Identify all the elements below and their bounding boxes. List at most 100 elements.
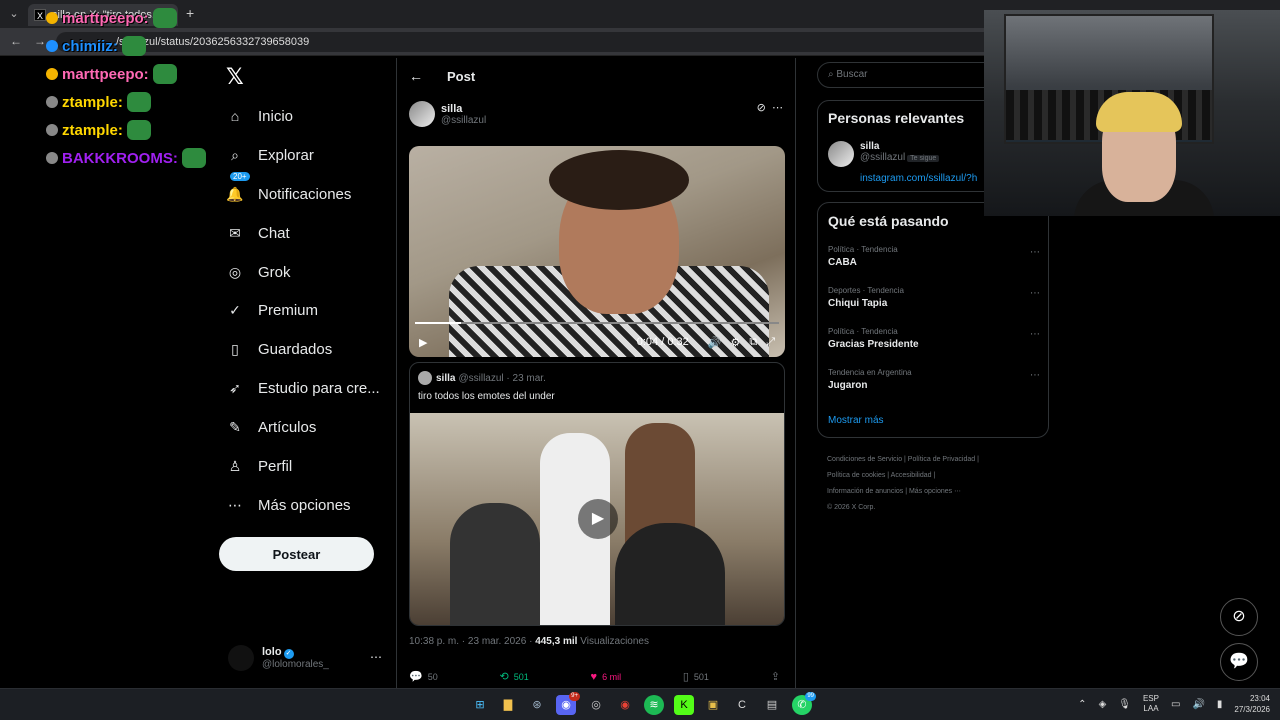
trend-more-icon[interactable]: ⋯: [1030, 247, 1040, 258]
quoted-post[interactable]: silla @ssillazul · 23 mar. tiro todos lo…: [409, 362, 785, 626]
fullscreen-icon[interactable]: ⤢: [766, 336, 775, 349]
chat-badge-icon: [46, 68, 58, 80]
network-icon[interactable]: ▭: [1171, 699, 1180, 710]
back-arrow-icon[interactable]: ←: [409, 68, 423, 84]
game-icon[interactable]: ▣: [703, 695, 723, 715]
main-column: ← Post silla @ssillazul ⊘ ⋯ ▶ 0:04 / 0:3…: [396, 58, 796, 688]
author-handle[interactable]: @ssillazul: [441, 115, 486, 126]
video-progress-bar[interactable]: [415, 322, 779, 324]
avatar[interactable]: [828, 141, 854, 167]
settings-gear-icon[interactable]: ⚙: [730, 336, 740, 349]
ccleaner-icon[interactable]: C: [732, 695, 752, 715]
trend-item[interactable]: Tendencia en Argentina Jugaron ⋯: [828, 368, 1040, 391]
relevant-user[interactable]: silla @ssillazul Te sigue: [828, 141, 940, 167]
language-indicator[interactable]: ESP LAA: [1143, 694, 1159, 714]
nav-item-5[interactable]: ✓ Premium: [226, 296, 318, 324]
nav-item-label: Notificaciones: [258, 185, 352, 203]
trend-more-icon[interactable]: ⋯: [1030, 288, 1040, 299]
trend-more-icon[interactable]: ⋯: [1030, 329, 1040, 340]
trend-item[interactable]: Política · Tendencia Gracias Presidente ⋯: [828, 327, 1040, 350]
trend-item[interactable]: Deportes · Tendencia Chiqui Tapia ⋯: [828, 286, 1040, 309]
volume-icon[interactable]: 🔊: [708, 336, 722, 349]
video-player[interactable]: ▶ 0:04 / 0:32 🔊 ⚙ ⧉ ⤢: [409, 146, 785, 357]
nav-item-2[interactable]: 🔔 20+ Notificaciones: [226, 172, 352, 208]
kick-icon[interactable]: K: [674, 695, 694, 715]
nav-item-6[interactable]: ▯ Guardados: [226, 335, 332, 363]
microphone-icon[interactable]: 🎙: [1118, 699, 1131, 710]
play-icon[interactable]: ▶: [578, 499, 618, 539]
author-name[interactable]: silla: [441, 103, 486, 115]
chat-badge-icon: [46, 124, 58, 136]
bookmark-count: 501: [693, 671, 709, 682]
search-input[interactable]: ⌕ Buscar: [817, 62, 997, 88]
relevant-user-name[interactable]: silla: [860, 141, 939, 152]
chevron-up-icon[interactable]: ⌃: [1078, 699, 1086, 710]
whatsapp-icon[interactable]: ✆ 99: [792, 692, 816, 715]
steam-icon[interactable]: ⊛: [527, 695, 547, 715]
show-more-link[interactable]: Mostrar más: [828, 415, 884, 426]
frog-emote-icon: [126, 92, 151, 112]
back-arrow-icon[interactable]: ←: [10, 34, 22, 48]
clock[interactable]: 23:04 27/3/2026: [1234, 693, 1270, 715]
repost-button[interactable]: ⟲ 501: [500, 670, 529, 683]
more-icon[interactable]: ⋯: [772, 102, 783, 114]
account-more-icon[interactable]: ⋯: [370, 650, 382, 664]
file-explorer-icon[interactable]: ▇: [498, 695, 518, 715]
security-shield-icon[interactable]: ◈: [1099, 699, 1107, 710]
nav-item-9[interactable]: ♙ Perfil: [226, 452, 292, 480]
app-icon[interactable]: ◎: [586, 695, 606, 715]
left-navigation: 𝕏 ⌂ Inicio ⌕ Explorar 🔔 20+ Notificaciones ✉ Cha…: [218, 58, 396, 688]
avatar[interactable]: [409, 101, 435, 127]
share-icon: ⇪: [770, 671, 780, 683]
app-icon[interactable]: ▤: [762, 695, 782, 715]
x-logo-icon[interactable]: 𝕏: [226, 64, 244, 90]
nav-item-label: Artículos: [258, 418, 317, 436]
tab-search-icon[interactable]: ⌄: [6, 6, 22, 22]
chat-message: chimiiz:: [46, 32, 226, 60]
relevant-user-link[interactable]: instagram.com/ssillazul/?h: [860, 173, 977, 184]
avatar: [418, 371, 432, 385]
post-author[interactable]: silla @ssillazul: [409, 101, 486, 127]
footer-links-3[interactable]: Información de anuncios | Más opciones ⋯: [827, 484, 1047, 500]
discord-badge: 9+: [569, 692, 580, 701]
post-timestamp[interactable]: 10:38 p. m. · 23 mar. 2026 ·: [409, 636, 535, 647]
nav-item-0[interactable]: ⌂ Inicio: [226, 102, 293, 130]
discord-icon[interactable]: ◉ 9+: [556, 692, 580, 715]
grok-fab-icon[interactable]: ⊘: [1220, 598, 1258, 636]
nav-item-7[interactable]: ➶ Estudio para cre...: [226, 374, 380, 402]
post-action-bar: 💬 50 ⟲ 501 ♥ 6 mil ▯ 501 ⇪: [409, 670, 785, 684]
post-button[interactable]: Postear: [219, 537, 374, 571]
battery-icon[interactable]: ▮: [1217, 699, 1223, 710]
spotify-icon[interactable]: ≋: [644, 695, 664, 715]
trend-item[interactable]: Política · Tendencia CABA ⋯: [828, 245, 1040, 268]
nav-icon-9-icon: ♙: [228, 457, 242, 474]
play-icon[interactable]: ▶: [419, 336, 427, 349]
bookmark-button[interactable]: ▯ 501: [683, 670, 709, 683]
footer-links-1[interactable]: Condiciones de Servicio | Política de Pr…: [827, 452, 1047, 468]
nav-item-8[interactable]: ✎ Artículos: [226, 413, 316, 441]
nav-item-label: Chat: [258, 224, 290, 242]
chrome-icon[interactable]: ◉: [615, 695, 635, 715]
grok-icon[interactable]: ⊘: [757, 102, 766, 114]
nav-icon-8-icon: ✎: [229, 418, 241, 435]
quote-header: silla @ssillazul · 23 mar.: [418, 371, 546, 385]
chat-fab-icon[interactable]: 💬: [1220, 643, 1258, 681]
share-button[interactable]: ⇪: [771, 670, 785, 683]
start-menu-icon[interactable]: ⊞: [470, 695, 490, 715]
account-switcher[interactable]: lolo ✓ @lolomorales_ ⋯: [228, 642, 388, 674]
quote-video[interactable]: ▶: [410, 413, 784, 625]
forward-arrow-icon[interactable]: →: [34, 34, 46, 48]
lang-bottom: LAA: [1143, 704, 1159, 713]
footer-links-2[interactable]: Política de cookies | Accesibilidad |: [827, 468, 1047, 484]
chat-message: ztample:: [46, 88, 226, 116]
like-button[interactable]: ♥ 6 mil: [591, 670, 622, 683]
pip-icon[interactable]: ⧉: [749, 336, 757, 349]
nav-item-1[interactable]: ⌕ Explorar: [226, 141, 314, 169]
nav-item-4[interactable]: ◎ Grok: [226, 258, 291, 286]
nav-item-10[interactable]: ⋯ Más opciones: [226, 491, 351, 519]
nav-item-3[interactable]: ✉ Chat: [226, 219, 290, 247]
trend-category: Política · Tendencia: [828, 245, 898, 254]
volume-icon[interactable]: 🔊: [1192, 699, 1204, 710]
trend-more-icon[interactable]: ⋯: [1030, 370, 1040, 381]
reply-button[interactable]: 💬 50: [409, 670, 438, 683]
